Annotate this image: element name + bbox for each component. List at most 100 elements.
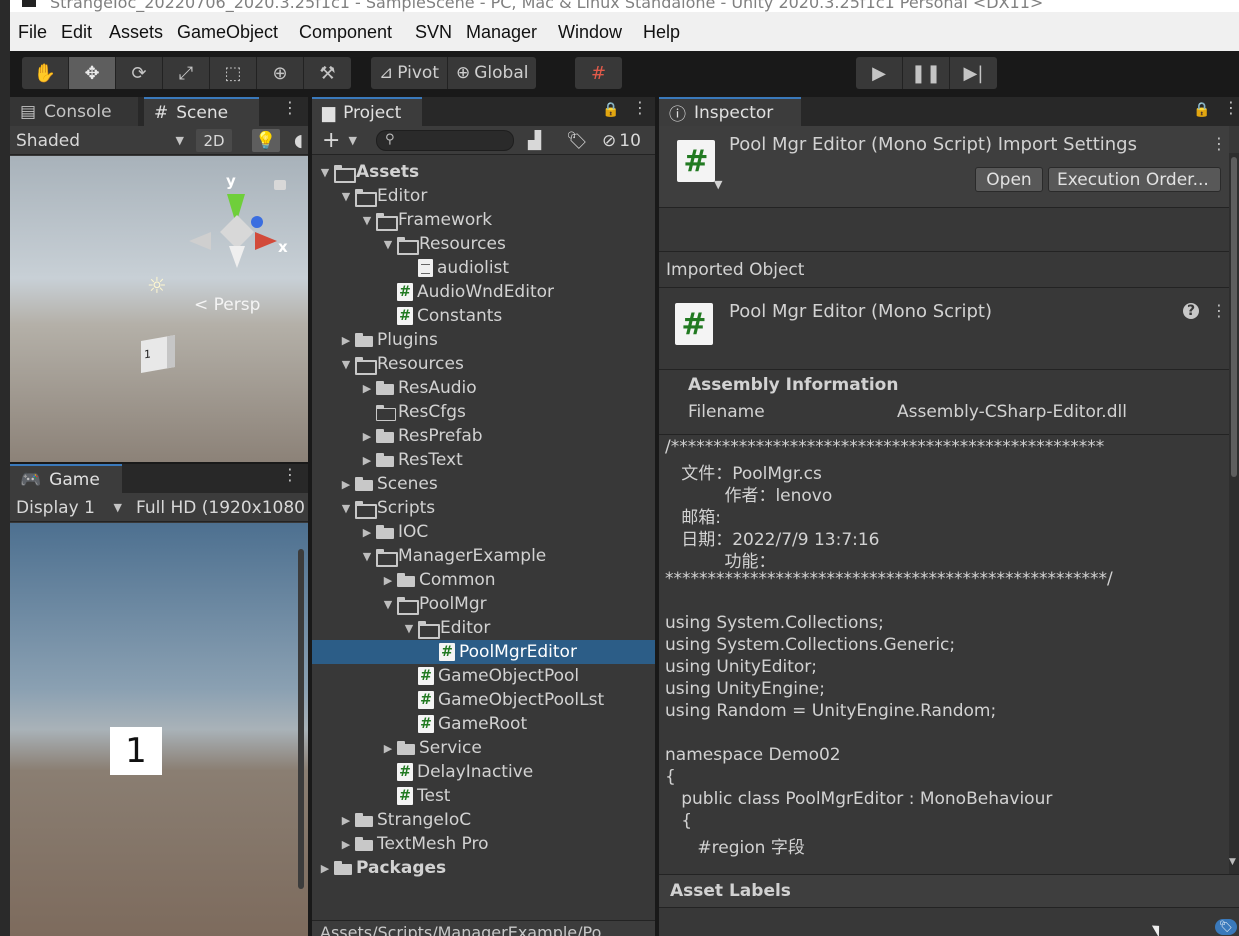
project-more-icon[interactable]: ⋮: [632, 100, 648, 116]
hand-icon[interactable]: ✋: [22, 57, 69, 89]
execution-order-button[interactable]: Execution Order...: [1048, 167, 1221, 192]
expand-right-icon[interactable]: ▶: [360, 526, 374, 539]
tree-item[interactable]: ▶ Plugins: [312, 328, 655, 352]
header-more-icon[interactable]: ⋮: [1211, 136, 1227, 152]
expand-right-icon[interactable]: ▶: [339, 478, 353, 491]
rotate-icon[interactable]: ⟳: [116, 57, 163, 89]
inspector-scrollbar-thumb[interactable]: [1231, 157, 1237, 477]
tree-item[interactable]: ▶ TextMesh Pro: [312, 832, 655, 856]
menu-gameobject[interactable]: GameObject: [177, 22, 278, 43]
expand-down-icon[interactable]: ▼: [381, 238, 395, 251]
scroll-down-icon[interactable]: ▼: [1229, 857, 1236, 867]
filter-label-icon[interactable]: 🏷: [562, 129, 588, 152]
project-lock-icon[interactable]: 🔒: [602, 102, 619, 118]
menu-window[interactable]: Window: [558, 22, 622, 43]
tree-item[interactable]: ▼ Resources: [312, 232, 655, 256]
expand-down-icon[interactable]: ▼: [381, 598, 395, 611]
expand-right-icon[interactable]: ▶: [381, 574, 395, 587]
menu-component[interactable]: Component: [299, 22, 392, 43]
tree-item[interactable]: # GameObjectPoolLst: [312, 688, 655, 712]
expand-down-icon[interactable]: ▼: [339, 190, 353, 203]
tree-item[interactable]: # GameRoot: [312, 712, 655, 736]
gizmo-lock-icon[interactable]: [274, 180, 286, 190]
tree-item[interactable]: # DelayInactive: [312, 760, 655, 784]
tree-item[interactable]: ▶ Service: [312, 736, 655, 760]
menu-help[interactable]: Help: [643, 22, 680, 43]
game-viewport[interactable]: 1: [10, 523, 308, 936]
help-icon[interactable]: ?: [1183, 303, 1199, 319]
move-icon[interactable]: ✥: [69, 57, 116, 89]
persp-label[interactable]: < Persp: [194, 295, 260, 315]
tree-item[interactable]: ▼ Editor: [312, 616, 655, 640]
tree-item[interactable]: ▼ Resources: [312, 352, 655, 376]
global-toggle[interactable]: ⊕ Global: [448, 57, 536, 89]
menu-file[interactable]: File: [18, 22, 47, 43]
scene-viewport[interactable]: y x ☼ < Persp 1: [10, 156, 308, 462]
expand-right-icon[interactable]: ▶: [318, 862, 332, 875]
tab-console[interactable]: ▤ Console: [10, 97, 138, 126]
tree-item[interactable]: ▶ Packages: [312, 856, 655, 880]
tree-item[interactable]: ▼ Scripts: [312, 496, 655, 520]
tree-item[interactable]: ▶ Scenes: [312, 472, 655, 496]
pivot-toggle[interactable]: ⊿ Pivot: [371, 57, 448, 89]
shading-dropdown[interactable]: Shaded ▼: [12, 129, 188, 152]
create-dropdown[interactable]: + ▼: [318, 128, 360, 153]
audio-toggle-icon[interactable]: ◖: [290, 129, 308, 152]
tab-inspector[interactable]: ⓘ Inspector: [659, 97, 801, 126]
pause-icon[interactable]: ❚❚: [903, 57, 950, 89]
expand-down-icon[interactable]: ▼: [360, 214, 374, 227]
menu-manager[interactable]: Manager: [466, 22, 537, 43]
script-preview[interactable]: /***************************************…: [659, 435, 1229, 875]
play-icon[interactable]: ▶: [856, 57, 903, 89]
expand-right-icon[interactable]: ▶: [360, 454, 374, 467]
tree-item[interactable]: # AudioWndEditor: [312, 280, 655, 304]
tree-item[interactable]: # GameObjectPool: [312, 664, 655, 688]
expand-down-icon[interactable]: ▼: [360, 550, 374, 563]
tree-item[interactable]: ▶ StrangeIoC: [312, 808, 655, 832]
tab-scene[interactable]: # Scene: [144, 97, 259, 126]
tree-item[interactable]: # Test: [312, 784, 655, 808]
tree-item[interactable]: ▶ Common: [312, 568, 655, 592]
lighting-toggle-icon[interactable]: 💡: [252, 129, 280, 152]
expand-right-icon[interactable]: ▶: [339, 334, 353, 347]
inspector-more-icon[interactable]: ⋮: [1223, 100, 1239, 116]
asset-label-tag-icon[interactable]: 🏷: [1215, 919, 1237, 935]
scene-more-icon[interactable]: ⋮: [282, 100, 298, 116]
expand-down-icon[interactable]: ▼: [318, 166, 332, 179]
tree-item[interactable]: # Constants: [312, 304, 655, 328]
object-more-icon[interactable]: ⋮: [1211, 303, 1227, 319]
hidden-packages-toggle[interactable]: ⊘ 10: [598, 129, 652, 152]
expand-right-icon[interactable]: ▶: [360, 382, 374, 395]
tree-item[interactable]: ▼ Framework: [312, 208, 655, 232]
grid-snap-icon[interactable]: #: [575, 57, 622, 89]
resolution-dropdown[interactable]: Full HD (1920x1080: [132, 496, 308, 519]
project-search-input[interactable]: ⚲: [376, 130, 514, 151]
tree-item[interactable]: ▼ Editor: [312, 184, 655, 208]
tree-item[interactable]: ▶ ResText: [312, 448, 655, 472]
tab-game[interactable]: 🎮 Game: [10, 464, 122, 493]
tree-item[interactable]: ▶ ResAudio: [312, 376, 655, 400]
tree-item[interactable]: # PoolMgrEditor: [312, 640, 655, 664]
expand-down-icon[interactable]: ▼: [339, 502, 353, 515]
display-dropdown[interactable]: Display 1 ▼: [12, 496, 126, 519]
custom-tool-icon[interactable]: ⚒: [304, 57, 351, 89]
filter-type-icon[interactable]: ▟: [524, 129, 548, 152]
tree-item[interactable]: ▼ ManagerExample: [312, 544, 655, 568]
scene-gizmo[interactable]: y x: [185, 172, 288, 286]
tab-project[interactable]: ▆ Project: [312, 97, 422, 126]
expand-down-icon[interactable]: ▼: [402, 622, 416, 635]
game-more-icon[interactable]: ⋮: [282, 467, 298, 483]
menu-svn[interactable]: SVN: [415, 22, 452, 43]
inspector-scrollbar-track[interactable]: ▼: [1229, 153, 1239, 883]
game-scrollbar[interactable]: [298, 549, 304, 889]
expand-right-icon[interactable]: ▶: [381, 742, 395, 755]
expand-down-icon[interactable]: ▼: [339, 358, 353, 371]
tree-item[interactable]: ▼ PoolMgr: [312, 592, 655, 616]
tree-item[interactable]: ▶ IOC: [312, 520, 655, 544]
transform-icon[interactable]: ⊕: [257, 57, 304, 89]
tree-item[interactable]: ▼ Assets: [312, 160, 655, 184]
scale-icon[interactable]: ⤢: [163, 57, 210, 89]
scene-cube[interactable]: 1: [141, 335, 175, 373]
inspector-lock-icon[interactable]: 🔒: [1193, 102, 1210, 118]
expand-right-icon[interactable]: ▶: [339, 814, 353, 827]
